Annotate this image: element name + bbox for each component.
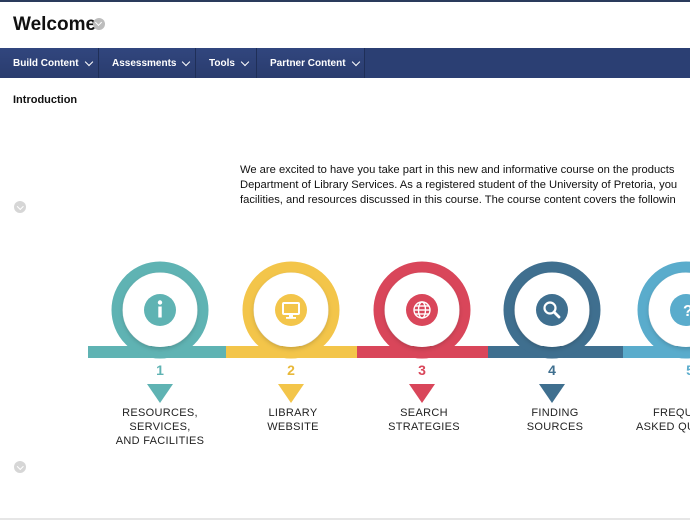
partner-content-label: Partner Content <box>270 57 346 69</box>
step-label-line: FINDING <box>531 407 579 419</box>
chevron-down-icon <box>84 57 93 66</box>
tools-menu-button[interactable]: Tools <box>196 48 257 78</box>
build-content-label: Build Content <box>13 57 79 69</box>
expand-chevron-icon[interactable] <box>14 461 26 473</box>
tools-label: Tools <box>209 57 235 69</box>
chevron-down-icon <box>351 57 360 66</box>
step-label-line: SEARCH <box>400 407 448 419</box>
step-3-label: SEARCH STRATEGIES <box>354 406 494 434</box>
assessments-label: Assessments <box>112 57 177 69</box>
expand-chevron-icon[interactable] <box>14 201 26 213</box>
chevron-down-icon <box>240 57 250 66</box>
step-1-number: 1 <box>156 362 164 378</box>
step-1-arrow-icon <box>147 384 173 403</box>
intro-text: We are excited to have you take part in … <box>240 163 690 208</box>
assessments-menu-button[interactable]: Assessments <box>99 48 196 78</box>
intro-line: Department of Library Services. As a reg… <box>240 179 678 191</box>
step-label-line: LIBRARY <box>268 407 318 419</box>
action-bar: Build Content Assessments Tools Partner … <box>0 48 690 78</box>
step-label-line: AND FACILITIES <box>115 435 205 447</box>
intro-line: We are excited to have you take part in … <box>240 164 675 176</box>
step-1-label: RESOURCES, SERVICES, AND FACILITIES <box>90 406 230 448</box>
content-area <box>0 78 690 520</box>
step-label-line: ASKED QU <box>636 421 690 433</box>
step-4-number: 4 <box>548 362 556 378</box>
step-3-number: 3 <box>418 362 426 378</box>
title-options-chevron-icon[interactable] <box>93 18 105 30</box>
step-5-label: FREQU ASKED QU <box>636 406 690 434</box>
step-label-line: STRATEGIES <box>388 421 460 433</box>
step-5-number: 5 <box>686 362 690 378</box>
step-2-number: 2 <box>287 362 295 378</box>
step-3-arrow-icon <box>409 384 435 403</box>
partner-content-menu-button[interactable]: Partner Content <box>257 48 365 78</box>
step-label-line: WEBSITE <box>267 421 319 433</box>
step-4-arrow-icon <box>539 384 565 403</box>
page-title: Welcome <box>13 14 97 35</box>
section-title: Introduction <box>13 94 78 106</box>
chevron-down-icon <box>182 57 191 66</box>
step-2-label: LIBRARY WEBSITE <box>223 406 363 434</box>
build-content-menu-button[interactable]: Build Content <box>0 48 99 78</box>
step-2-arrow-icon <box>278 384 304 403</box>
step-label-line: RESOURCES, SERVICES, <box>122 407 198 433</box>
step-label-line: FREQU <box>653 407 690 419</box>
intro-line: facilities, and resources discussed in t… <box>240 194 676 206</box>
step-4-label: FINDING SOURCES <box>485 406 625 434</box>
page-header: Welcome <box>0 2 690 48</box>
step-label-line: SOURCES <box>526 421 584 433</box>
